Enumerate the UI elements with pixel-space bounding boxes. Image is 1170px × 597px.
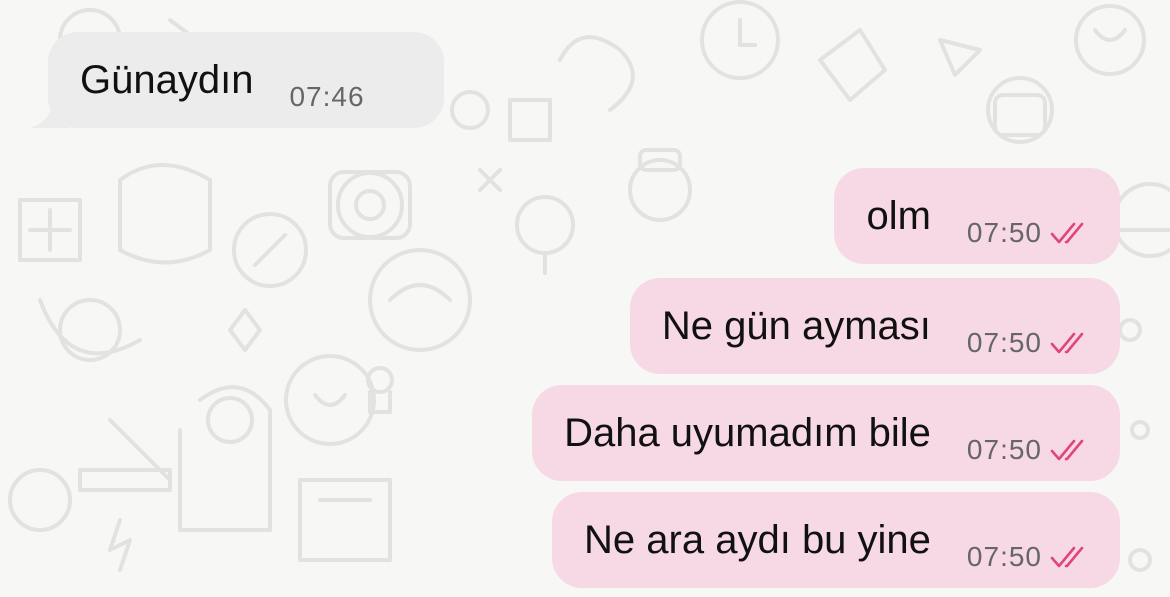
- incoming-message-bubble[interactable]: Günaydın 07:46: [30, 32, 444, 128]
- message-meta: 07:50: [967, 541, 1090, 573]
- message-meta: 07:50: [967, 217, 1090, 249]
- message-time: 07:46: [289, 81, 365, 112]
- message-time: 07:50: [966, 217, 1042, 248]
- bubble-tail: [30, 98, 70, 128]
- outgoing-message-bubble[interactable]: Daha uyumadım bile 07:50: [532, 385, 1120, 481]
- message-meta: 07:46: [289, 81, 364, 113]
- message-text: Ne ara aydı bu yine: [584, 517, 931, 562]
- message-time: 07:50: [966, 327, 1042, 358]
- message-meta: 07:50: [967, 434, 1090, 466]
- outgoing-message-bubble[interactable]: olm 07:50: [834, 168, 1120, 264]
- message-time: 07:50: [966, 541, 1042, 572]
- message-time: 07:50: [966, 434, 1042, 465]
- chat-thread: Günaydın 07:46 olm 07:50 Ne gün ayması 0…: [0, 0, 1170, 597]
- double-check-icon: [1050, 439, 1084, 461]
- double-check-icon: [1050, 332, 1084, 354]
- message-meta: 07:50: [967, 327, 1090, 359]
- message-text: Daha uyumadım bile: [564, 410, 931, 455]
- message-text: Ne gün ayması: [661, 303, 931, 348]
- double-check-icon: [1050, 222, 1084, 244]
- outgoing-message-bubble[interactable]: Ne ara aydı bu yine 07:50: [552, 492, 1120, 588]
- outgoing-message-bubble[interactable]: Ne gün ayması 07:50: [629, 278, 1120, 374]
- message-text: olm: [866, 193, 931, 238]
- double-check-icon: [1050, 546, 1084, 568]
- message-text: Günaydın: [80, 57, 254, 102]
